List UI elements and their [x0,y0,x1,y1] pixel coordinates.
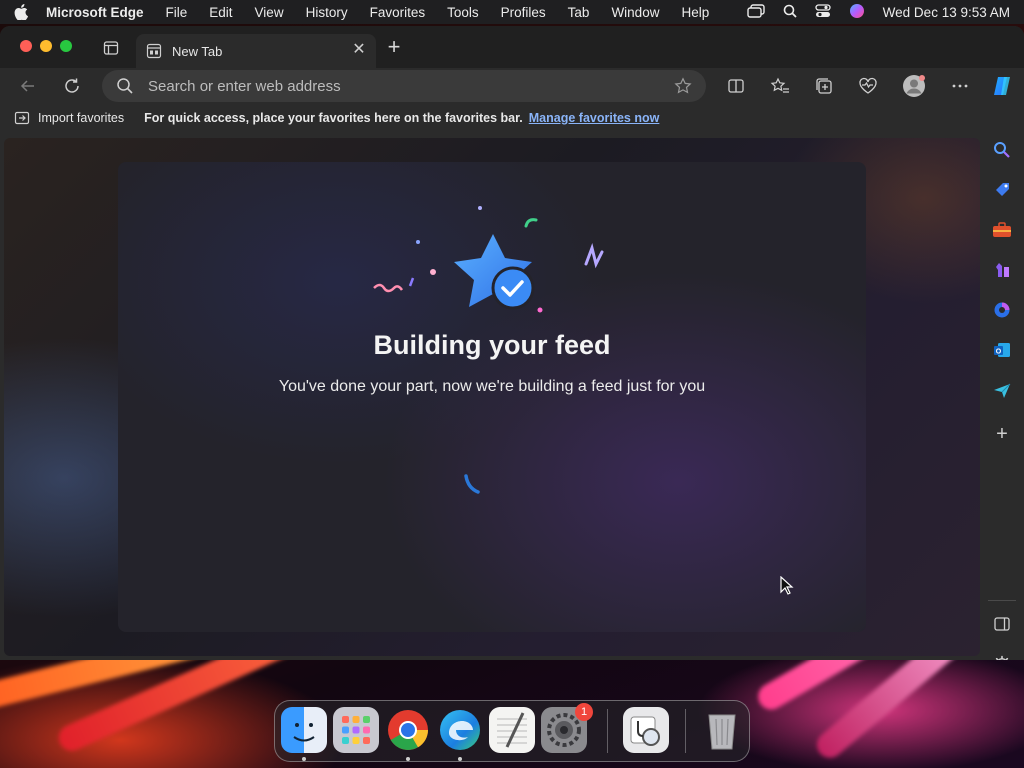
tab-title: New Tab [172,43,223,59]
new-tab-page-icon [146,43,162,59]
tab-actions-icon[interactable] [103,40,119,56]
copilot-icon[interactable] [990,76,1014,96]
sidebar-search-icon[interactable] [992,140,1012,160]
sidebar-toggle-icon[interactable] [992,614,1012,634]
textedit-app-icon[interactable] [489,707,535,753]
profile-avatar-icon[interactable] [902,75,926,97]
import-favorites-label: Import favorites [38,111,125,125]
address-bar-placeholder: Search or enter web address [148,77,341,95]
loading-spinner-icon [464,474,480,494]
dock-separator-2 [685,709,686,753]
spotlight-search-icon[interactable] [783,4,797,21]
siri-icon[interactable] [849,3,865,22]
sidebar-add-icon[interactable]: + [992,423,1012,445]
browser-essentials-icon[interactable] [858,76,878,96]
settings-gear-icon[interactable] [992,654,1012,660]
menu-tab[interactable]: Tab [568,5,590,20]
edge-sidebar: O + [980,130,1024,660]
minimize-window-button[interactable] [40,40,52,52]
address-bar[interactable]: Search or enter web address [102,70,706,102]
menubar-clock[interactable]: Wed Dec 13 9:53 AM [883,5,1010,20]
feed-loading-card: Building your feed You've done your part… [118,162,866,632]
collections-icon[interactable] [814,76,834,96]
menu-history[interactable]: History [306,5,348,20]
svg-text:O: O [996,348,1002,355]
favorites-bar-hint: For quick access, place your favorites h… [144,111,523,125]
menu-app-name[interactable]: Microsoft Edge [46,5,144,20]
window-switcher-icon[interactable] [746,3,765,21]
favorites-bar: Import favorites For quick access, place… [0,106,1024,130]
close-tab-icon[interactable]: ✕ [352,42,366,58]
dock-separator [607,709,608,753]
control-center-icon[interactable] [815,3,831,21]
macos-dock: 1 [274,700,750,762]
launchpad-app-icon[interactable] [333,707,379,753]
settings-notification-badge: 1 [575,703,593,721]
more-options-icon[interactable] [950,76,970,96]
new-tab-button[interactable]: + [384,36,404,58]
feed-subtitle: You've done your part, now we're buildin… [278,378,706,395]
feed-title: Building your feed [373,330,611,360]
split-screen-icon[interactable] [726,76,746,96]
trash-icon[interactable] [699,707,745,753]
menu-favorites[interactable]: Favorites [370,5,426,20]
favorites-icon[interactable] [770,76,790,96]
navigation-toolbar: Search or enter web address [0,68,1024,104]
import-favorites-button[interactable]: Import favorites [14,111,124,125]
star-check-illustration-icon [373,206,604,313]
menu-window[interactable]: Window [611,5,659,20]
macos-menubar: Microsoft Edge File Edit View History Fa… [0,0,1024,24]
menu-help[interactable]: Help [681,5,709,20]
refresh-icon[interactable] [62,76,82,96]
zoom-window-button[interactable] [60,40,72,52]
sidebar-games-icon[interactable] [992,260,1012,280]
back-arrow-icon[interactable] [18,76,38,96]
add-favorite-star-icon[interactable] [674,77,692,95]
preview-app-icon[interactable] [623,707,669,753]
menu-edit[interactable]: Edit [209,5,232,20]
sidebar-outlook-icon[interactable]: O [992,340,1012,360]
window-controls [20,40,72,52]
sidebar-send-icon[interactable] [992,380,1012,400]
apple-menu-icon[interactable] [14,4,28,20]
mouse-cursor-icon [780,576,794,595]
sidebar-shopping-icon[interactable] [992,180,1012,200]
new-tab-page: Building your feed You've done your part… [4,138,980,656]
manage-favorites-link[interactable]: Manage favorites now [529,111,660,125]
search-icon [116,77,134,95]
chrome-running-indicator [406,757,410,761]
finder-app-icon[interactable] [281,707,327,753]
sidebar-divider [988,600,1016,601]
menu-tools[interactable]: Tools [447,5,479,20]
sidebar-microsoft365-icon[interactable] [992,300,1012,320]
edge-app-icon[interactable] [437,707,483,753]
menu-view[interactable]: View [255,5,284,20]
edge-browser-window: New Tab ✕ + Search or enter web address [0,26,1024,660]
tab-new-tab[interactable]: New Tab ✕ [136,34,376,68]
menu-file[interactable]: File [166,5,188,20]
sidebar-tools-icon[interactable] [992,220,1012,240]
close-window-button[interactable] [20,40,32,52]
finder-running-indicator [302,757,306,761]
tab-strip: New Tab ✕ + [0,26,1024,68]
chrome-app-icon[interactable] [385,707,431,753]
menu-profiles[interactable]: Profiles [501,5,546,20]
edge-running-indicator [458,757,462,761]
system-settings-app-icon[interactable]: 1 [541,703,593,753]
